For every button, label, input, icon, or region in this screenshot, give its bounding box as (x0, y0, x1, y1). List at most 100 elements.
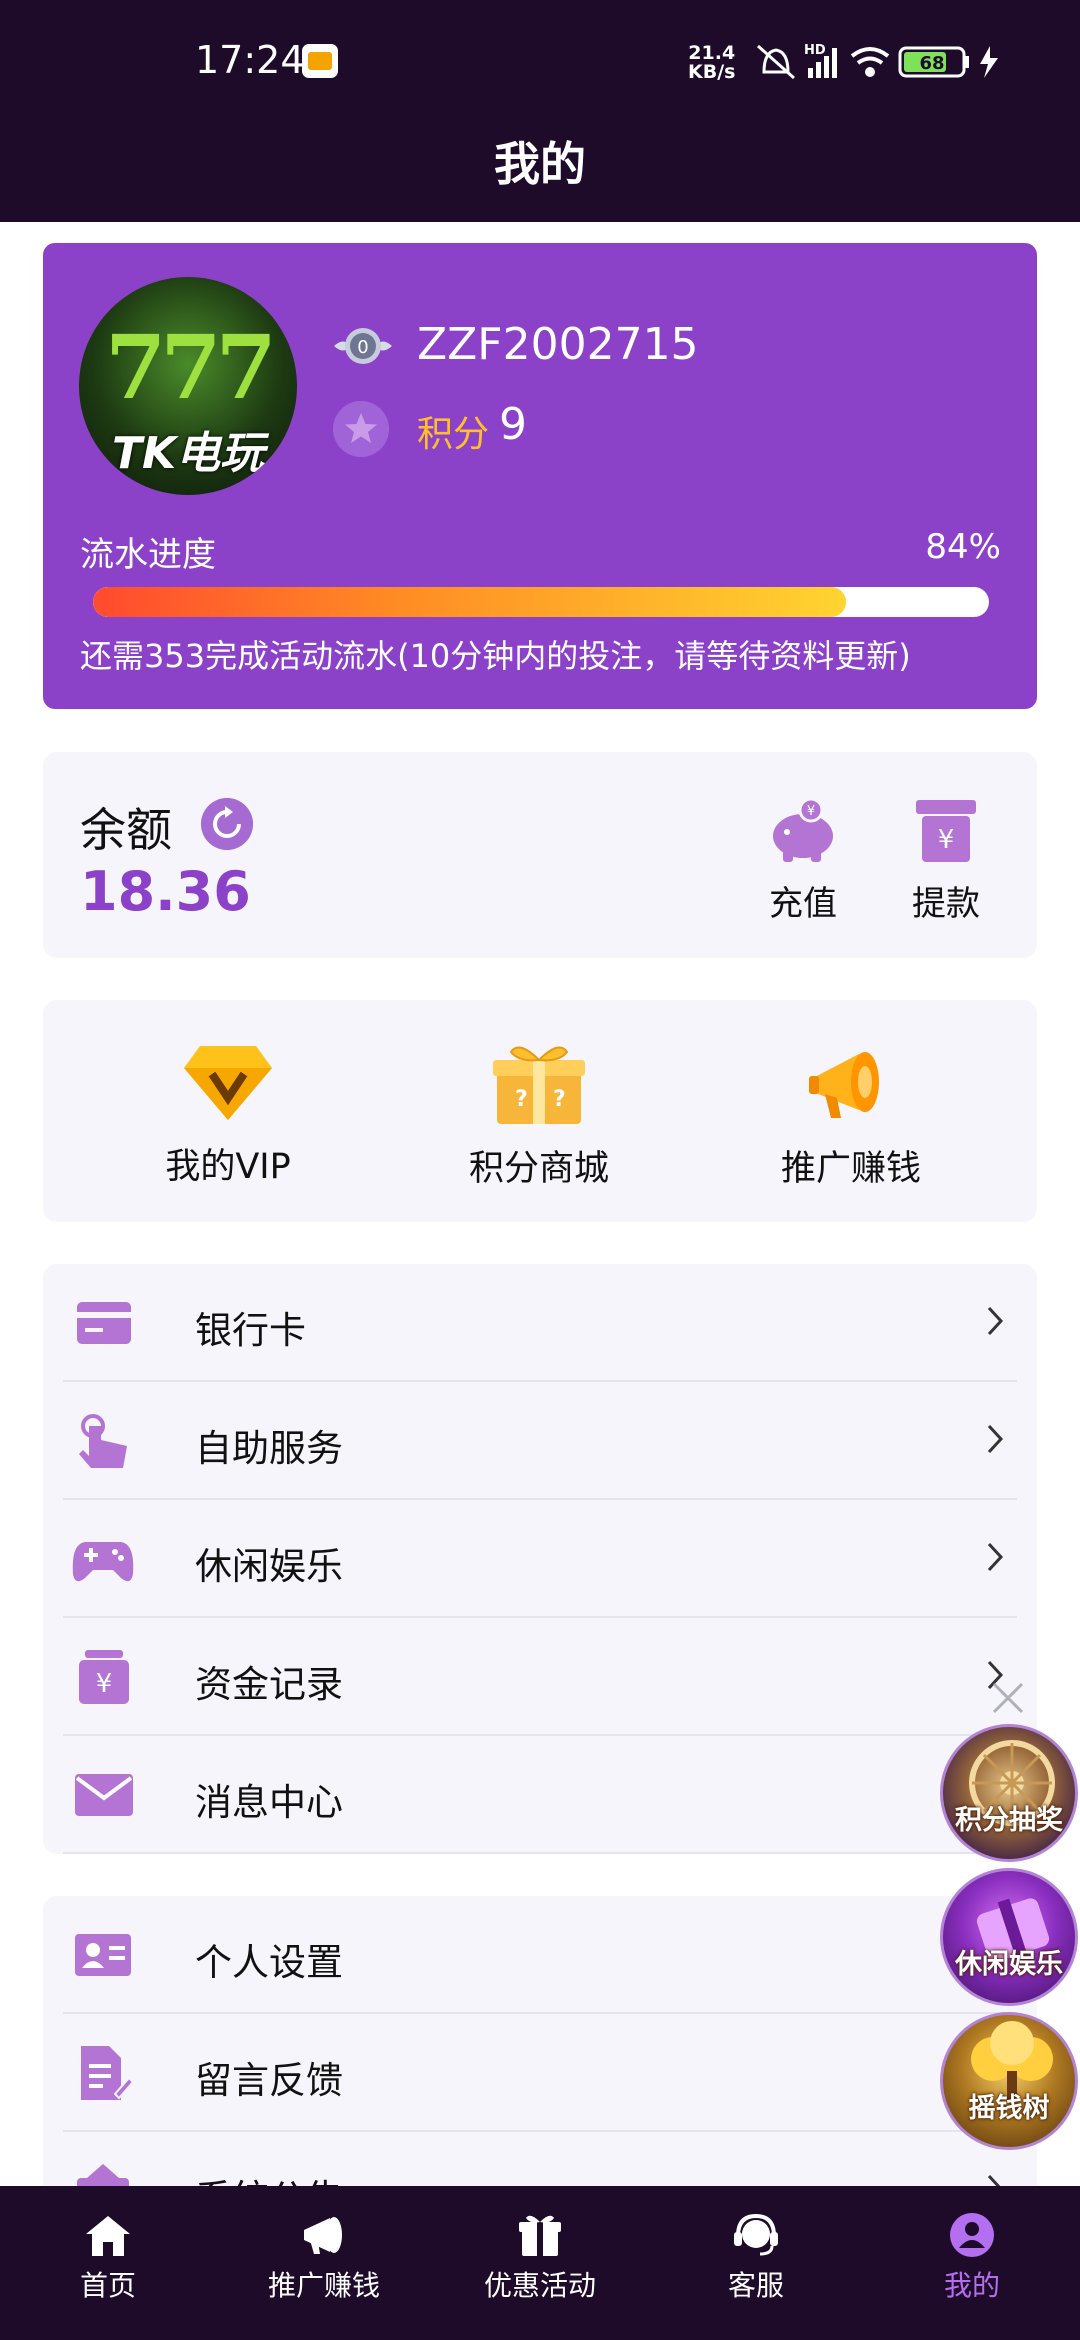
profile-card: 777 TK电玩 0 ZZF2002715 积分 9 流水进度 84% 还需35… (43, 243, 1037, 709)
progress-note: 还需353完成活动流水(10分钟内的投注，请等待资料更新) (80, 637, 911, 675)
menu-item-feedback[interactable]: 留言反馈 (63, 2014, 1017, 2132)
feature-card: 我的VIP ? ? 积分商城 推广赚钱 (43, 1000, 1037, 1222)
lottery-wheel-icon (969, 1740, 1055, 1826)
gamepad-icon (72, 1542, 134, 1582)
menu-label: 留言反馈 (195, 2059, 343, 2102)
progress-percent: 84% (925, 527, 1001, 567)
edit-doc-icon (81, 2046, 135, 2100)
megaphone-icon (809, 1052, 879, 1118)
username: ZZF2002715 (417, 319, 699, 370)
svg-text:?: ? (515, 1087, 528, 1112)
top-bar: 17:24 21.4 KB/s HD 68 我的 (0, 0, 1080, 222)
money-tree-bubble[interactable]: 摇钱树 (940, 2012, 1078, 2150)
level-value: 0 (357, 337, 368, 358)
notification-app-icon (302, 44, 338, 78)
balance-value: 18.36 (80, 860, 251, 923)
leisure-bubble[interactable]: 休闲娱乐 (940, 1868, 1078, 2006)
vip-diamond-icon (184, 1046, 272, 1120)
nav-label: 我的 (943, 2269, 1000, 2302)
mute-bell-icon (757, 44, 795, 80)
menu-label: 个人设置 (195, 1941, 343, 1984)
menu-label: 自助服务 (195, 1427, 343, 1470)
nav-promotions[interactable]: 优惠活动 (450, 2212, 630, 2304)
bubble-label: 摇钱树 (968, 2093, 1050, 2124)
menu-label: 资金记录 (195, 1663, 343, 1706)
svg-text:¥: ¥ (807, 804, 815, 819)
mail-icon (75, 1774, 133, 1816)
user-icon (950, 2213, 994, 2257)
charging-icon (980, 46, 998, 78)
yen-box-icon: ¥ (79, 1650, 129, 1704)
nav-label: 首页 (79, 2269, 136, 2302)
chevron-right-icon (987, 1542, 1004, 1572)
svg-text:?: ? (553, 1087, 566, 1112)
hand-tap-icon (79, 1414, 127, 1468)
withdraw-label: 提款 (912, 884, 980, 924)
points-lottery-bubble[interactable]: 积分抽奖 (940, 1724, 1078, 1862)
points-value: 9 (499, 399, 527, 450)
network-speed: 21.4 KB/s (688, 44, 735, 82)
leisure-gift-icon (976, 1898, 1050, 1962)
refresh-icon[interactable] (201, 798, 253, 850)
nav-label: 优惠活动 (483, 2269, 596, 2302)
menu-label: 银行卡 (195, 1309, 306, 1352)
bank-card-icon (77, 1302, 131, 1344)
close-floating-icon[interactable] (990, 1680, 1026, 1716)
nav-support[interactable]: 客服 (666, 2212, 846, 2304)
megaphone-icon (304, 2217, 342, 2254)
vip-label: 我的VIP (165, 1147, 291, 1187)
gift-icon (519, 2215, 561, 2256)
points-mall-entry[interactable]: ? ? 积分商城 (439, 1040, 639, 1191)
chevron-right-icon (987, 1424, 1004, 1454)
nav-mine[interactable]: 我的 (882, 2212, 1062, 2304)
battery-level: 68 (919, 53, 944, 74)
star-icon (333, 401, 389, 457)
vip-entry[interactable]: 我的VIP (128, 1040, 328, 1189)
promote-label: 推广赚钱 (780, 1149, 921, 1189)
chevron-right-icon (987, 1306, 1004, 1336)
nav-label: 推广赚钱 (267, 2269, 380, 2302)
promote-entry[interactable]: 推广赚钱 (751, 1040, 951, 1191)
signal-tag: HD (804, 43, 826, 58)
avatar[interactable]: 777 TK电玩 (79, 277, 297, 495)
progress-bar (93, 587, 989, 617)
nav-label: 客服 (727, 2269, 784, 2302)
nav-home[interactable]: 首页 (18, 2212, 198, 2304)
points-label: 积分 (417, 414, 490, 455)
menu-item-leisure[interactable]: 休闲娱乐 (63, 1500, 1017, 1618)
menu-item-self-service[interactable]: 自助服务 (63, 1382, 1017, 1500)
menu-item-bank-card[interactable]: 银行卡 (63, 1264, 1017, 1382)
withdraw-icon: ¥ (916, 800, 976, 862)
money-tree-icon (971, 2021, 1053, 2101)
progress-label: 流水进度 (80, 535, 216, 575)
points-mall-label: 积分商城 (468, 1149, 609, 1189)
progress-fill (93, 587, 846, 617)
menu-item-settings[interactable]: 个人设置 (63, 1896, 1017, 2014)
recharge-label: 充值 (769, 884, 837, 924)
menu-item-fund-records[interactable]: ¥ 资金记录 (63, 1618, 1017, 1736)
bottom-nav: 首页 推广赚钱 优惠活动 客服 我的 (0, 2186, 1080, 2340)
nav-promote[interactable]: 推广赚钱 (234, 2212, 414, 2304)
status-time: 17:24 (195, 38, 305, 82)
page-title: 我的 (494, 137, 586, 191)
bubble-label: 积分抽奖 (955, 1805, 1063, 1836)
balance-label: 余额 (80, 803, 172, 857)
menu-label: 消息中心 (195, 1781, 343, 1824)
id-card-icon (75, 1934, 131, 1976)
wifi-icon (850, 47, 890, 77)
status-icons: HD 68 (757, 43, 998, 80)
level-badge-icon: 0 (334, 328, 392, 364)
battery-icon: 68 (898, 46, 969, 78)
gift-box-icon: ? ? (493, 1046, 585, 1124)
home-icon (86, 2216, 130, 2256)
recharge-button[interactable]: ¥ 充值 (748, 796, 858, 925)
balance-card: 余额 18.36 ¥ 充值 ¥ 提款 (43, 752, 1037, 958)
headset-icon (734, 2213, 778, 2256)
menu-item-messages[interactable]: 消息中心 (63, 1736, 1017, 1854)
withdraw-button[interactable]: ¥ 提款 (891, 796, 1001, 925)
network-speed-unit: KB/s (688, 61, 736, 83)
avatar-symbol: 777 (105, 315, 277, 419)
svg-text:¥: ¥ (96, 1669, 113, 1699)
menu-label: 休闲娱乐 (195, 1545, 343, 1588)
bubble-label: 休闲娱乐 (955, 1949, 1063, 1980)
